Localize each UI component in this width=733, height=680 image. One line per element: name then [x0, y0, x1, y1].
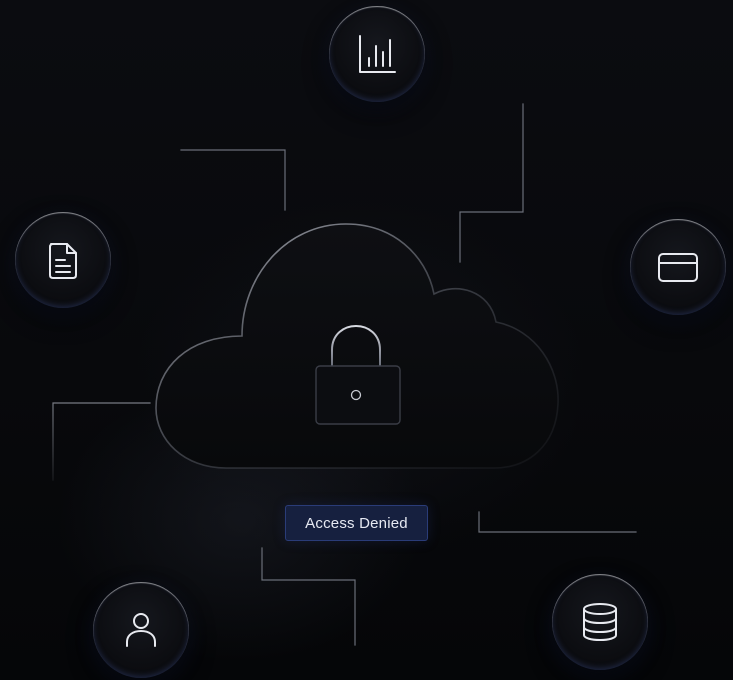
node-credit-card — [630, 219, 726, 315]
bar-chart-icon — [359, 35, 396, 73]
status-badge: Access Denied — [285, 505, 428, 541]
document-icon — [49, 243, 77, 279]
database-icon — [583, 603, 617, 641]
wire-left — [52, 402, 151, 481]
user-icon — [126, 613, 156, 647]
wire-top-left — [180, 149, 286, 211]
wire-bottom-center — [261, 547, 356, 646]
node-bar-chart — [329, 6, 425, 102]
padlock-icon — [314, 324, 402, 426]
status-badge-label: Access Denied — [305, 514, 408, 532]
node-document — [15, 212, 111, 308]
access-denied-illustration: Access Denied — [0, 0, 733, 680]
credit-card-icon — [658, 253, 698, 282]
wire-bottom-right — [478, 511, 637, 533]
node-database — [552, 574, 648, 670]
node-user — [93, 582, 189, 678]
